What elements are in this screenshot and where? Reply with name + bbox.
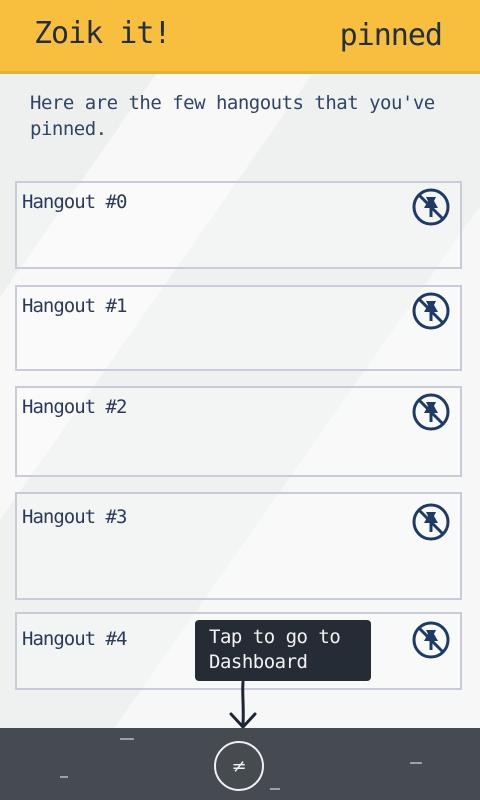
unpin-icon[interactable] xyxy=(411,620,451,660)
page-title: pinned xyxy=(339,18,443,53)
app-title: Zoik it! xyxy=(34,16,171,51)
zoik-logo-icon: ≠ xyxy=(231,755,247,777)
unpin-icon[interactable] xyxy=(411,291,451,331)
tooltip-line-2: Dashboard xyxy=(209,651,308,673)
intro-text: Here are the few hangouts that you've pi… xyxy=(30,92,435,140)
hangout-name: Hangout #4 xyxy=(22,628,127,650)
footer-texture xyxy=(410,762,422,764)
dashboard-button[interactable]: ≠ xyxy=(214,741,264,791)
unpin-icon[interactable] xyxy=(411,392,451,432)
footer-texture xyxy=(120,738,134,740)
hangout-name: Hangout #3 xyxy=(22,506,127,528)
footer-texture xyxy=(60,776,68,778)
tooltip-line-1: Tap to go to xyxy=(209,626,341,648)
hangout-card[interactable]: Hangout #1 xyxy=(15,285,462,371)
footer-texture xyxy=(270,788,280,790)
unpin-icon[interactable] xyxy=(411,502,451,542)
hangout-card[interactable]: Hangout #2 xyxy=(15,386,462,477)
hangout-name: Hangout #2 xyxy=(22,396,127,418)
hangout-card[interactable]: Hangout #0 xyxy=(15,181,462,269)
hangout-name: Hangout #1 xyxy=(22,295,127,317)
hand-drawn-arrow-icon xyxy=(229,680,257,729)
app-footer: ≠ xyxy=(0,728,480,800)
dashboard-tooltip: Tap to go to Dashboard xyxy=(195,620,371,681)
unpin-icon[interactable] xyxy=(411,187,451,227)
app-header: Zoik it! pinned xyxy=(0,0,480,74)
hangout-card[interactable]: Hangout #3 xyxy=(15,492,462,600)
hangout-name: Hangout #0 xyxy=(22,191,127,213)
